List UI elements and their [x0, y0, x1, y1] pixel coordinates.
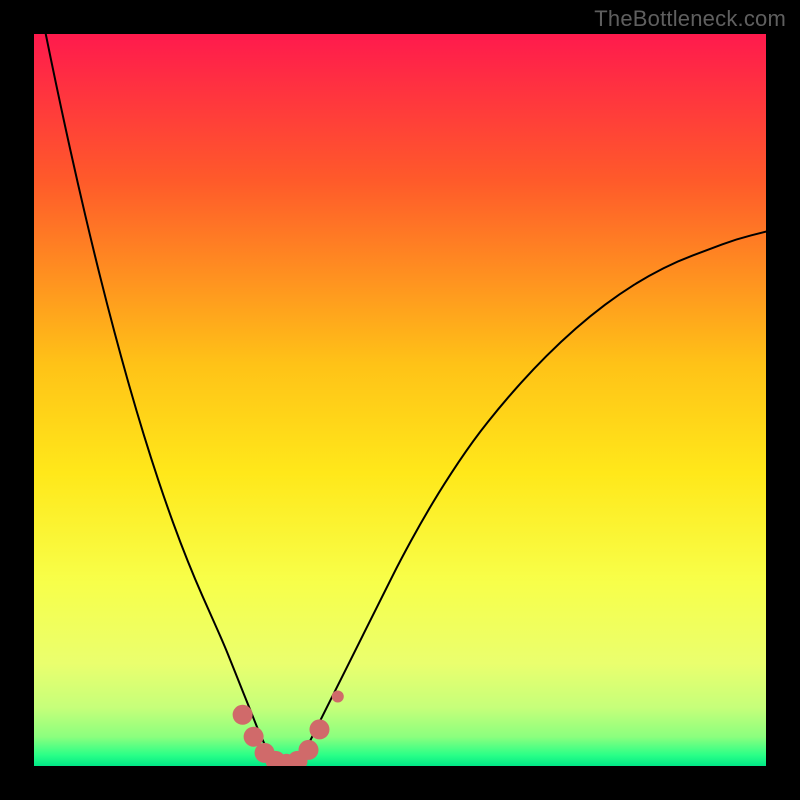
marker-point [309, 719, 329, 739]
marker-point [233, 705, 253, 725]
marker-point [299, 740, 319, 760]
gradient-background [34, 34, 766, 766]
marker-point [332, 690, 344, 702]
bottleneck-chart [34, 34, 766, 766]
outer-frame: TheBottleneck.com [0, 0, 800, 800]
watermark-text: TheBottleneck.com [594, 6, 786, 32]
plot-area [34, 34, 766, 766]
